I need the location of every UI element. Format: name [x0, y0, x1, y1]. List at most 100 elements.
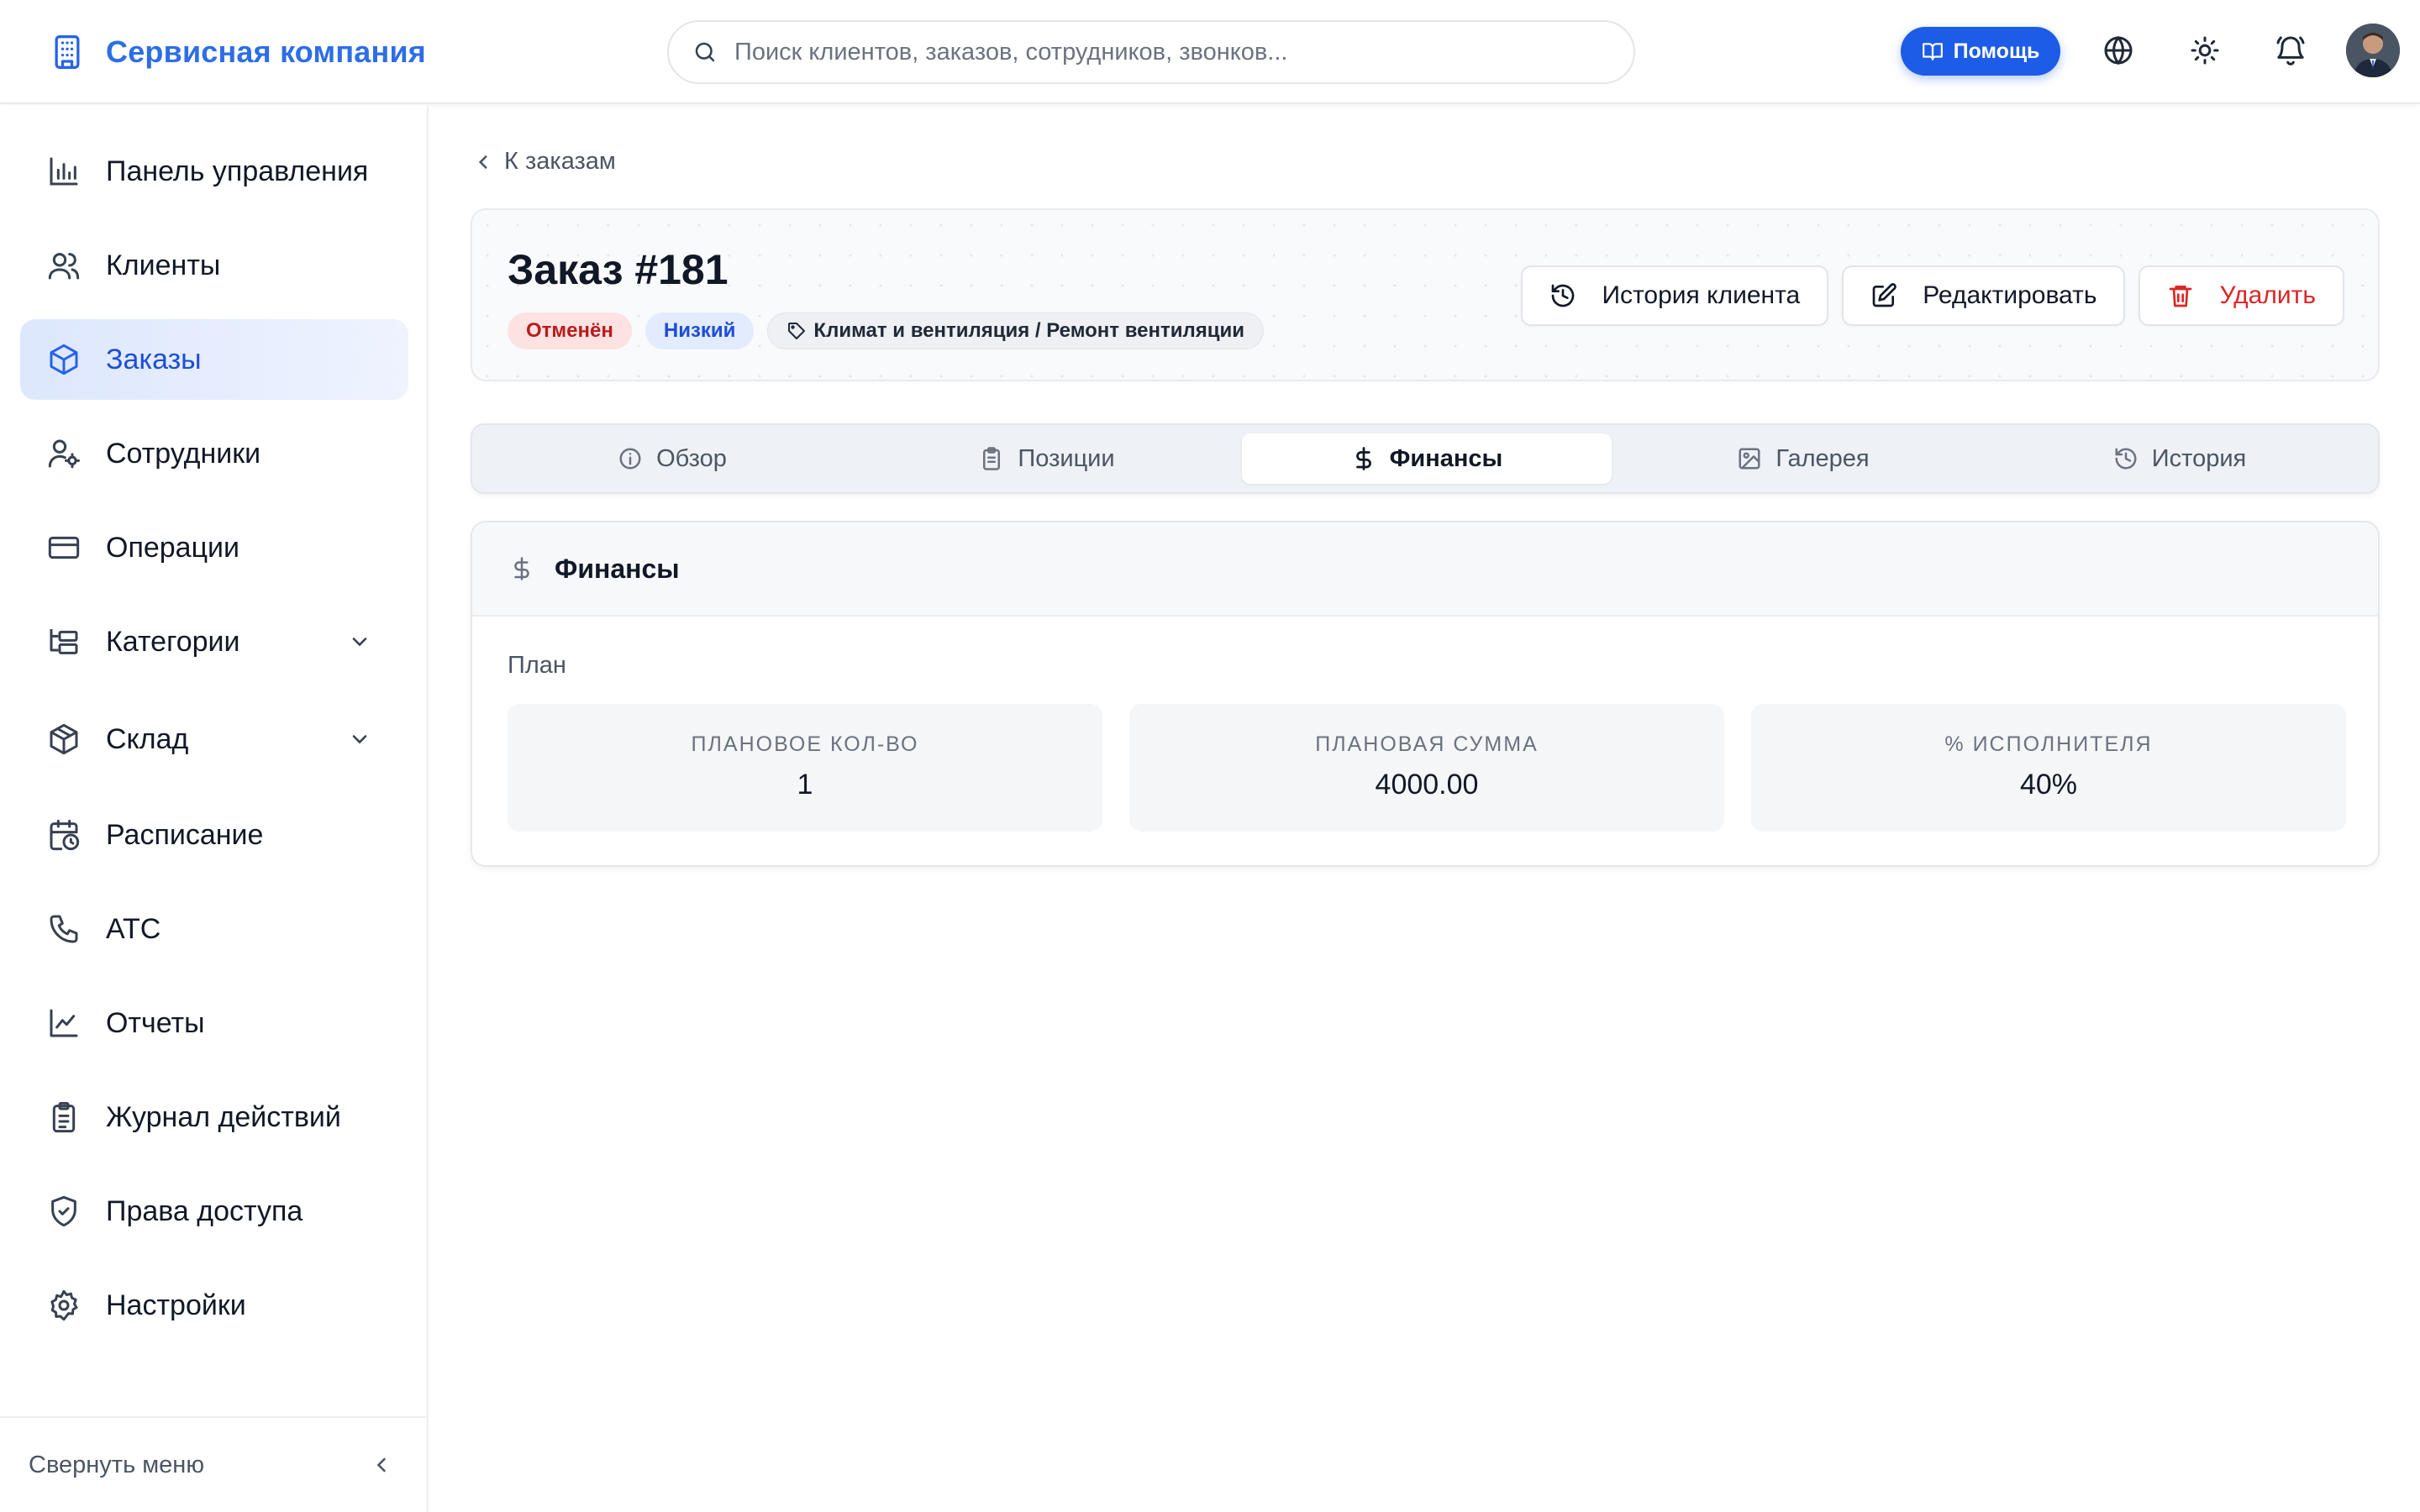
client-history-label: История клиента — [1602, 281, 1801, 309]
chevron-left-icon — [478, 155, 487, 169]
clipboard-list-icon — [52, 1101, 76, 1133]
tab-finance[interactable]: Финансы — [1242, 433, 1612, 484]
sidebar-item-warehouse[interactable]: Склад — [20, 699, 408, 780]
sidebar-item-label: Расписание — [106, 818, 264, 851]
brand[interactable]: Сервисная компания — [49, 30, 426, 74]
bar-chart-icon — [50, 157, 78, 186]
sidebar-item-permissions[interactable]: Права доступа — [20, 1171, 408, 1252]
performer-percent-stat: % ИСПОЛНИТЕЛЯ 40% — [1751, 704, 2346, 832]
image-icon — [1739, 448, 1760, 470]
sidebar-item-settings[interactable]: Настройки — [20, 1265, 408, 1346]
tab-label: Позиции — [1018, 444, 1115, 472]
sidebar-item-label: Заказы — [106, 343, 202, 375]
sidebar-item-label: Права доступа — [106, 1194, 303, 1227]
sidebar-item-orders[interactable]: Заказы — [20, 319, 408, 400]
dollar-icon — [514, 557, 529, 580]
globe-icon[interactable] — [2102, 34, 2135, 67]
sidebar-item-label: Панель управления — [106, 155, 369, 187]
sidebar-item-label: АТС — [106, 912, 161, 945]
sidebar-item-label: Операции — [106, 531, 240, 564]
sidebar-item-operations[interactable]: Операции — [20, 507, 408, 588]
trash-icon — [2170, 286, 2192, 307]
client-history-button[interactable]: История клиента — [1521, 265, 1829, 326]
delete-label: Удалить — [2219, 281, 2316, 309]
order-badges: Отменён Низкий Климат и вентиляция / Рем… — [508, 312, 1265, 349]
edit-button[interactable]: Редактировать — [1842, 265, 2126, 326]
sidebar-item-employees[interactable]: Сотрудники — [20, 413, 408, 494]
search-icon — [695, 42, 715, 62]
finance-card: Финансы План ПЛАНОВОЕ КОЛ-ВО 1 ПЛАНОВАЯ … — [471, 521, 2380, 867]
tab-label: Галерея — [1776, 444, 1870, 472]
finance-card-title: Финансы — [555, 553, 680, 584]
help-button[interactable]: Помощь — [1901, 27, 2060, 76]
sidebar-item-pbx[interactable]: АТС — [20, 889, 408, 969]
sidebar-item-label: Журнал действий — [106, 1100, 341, 1133]
sidebar-item-label: Клиенты — [106, 249, 221, 281]
sun-icon[interactable] — [2188, 34, 2222, 67]
package-icon — [50, 723, 78, 755]
info-icon — [619, 448, 641, 470]
delete-button[interactable]: Удалить — [2139, 265, 2344, 326]
box-icon — [50, 344, 78, 375]
collapse-menu-button[interactable]: Свернуть меню — [0, 1416, 427, 1512]
sidebar-item-label: Отчеты — [106, 1006, 205, 1039]
settings-icon — [50, 1289, 78, 1321]
finance-card-header: Финансы — [472, 522, 2378, 617]
search-input[interactable] — [734, 38, 1575, 66]
history-icon — [2115, 448, 2137, 470]
tab-items[interactable]: Позиции — [862, 433, 1232, 484]
tab-label: История — [2151, 444, 2247, 472]
stat-value: 4000.00 — [1375, 769, 1479, 801]
users-icon — [48, 253, 80, 280]
sidebar-item-reports[interactable]: Отчеты — [20, 983, 408, 1063]
edit-icon — [1872, 283, 1897, 307]
tab-history[interactable]: История — [1995, 433, 2365, 484]
tab-label: Финансы — [1389, 444, 1503, 472]
tab-overview[interactable]: Обзор — [487, 433, 857, 484]
clipboard-icon — [983, 447, 1001, 470]
category-label: Климат и вентиляция / Ремонт вентиляции — [813, 319, 1245, 342]
calendar-clock-icon — [50, 819, 80, 851]
sidebar-item-dashboard[interactable]: Панель управления — [20, 131, 408, 212]
history-icon — [1552, 284, 1575, 307]
chevron-left-icon — [376, 1457, 386, 1473]
stat-value: 1 — [797, 769, 813, 801]
collapse-menu-label: Свернуть меню — [29, 1451, 205, 1478]
dollar-icon — [1355, 447, 1371, 470]
chevron-down-icon[interactable] — [348, 727, 371, 751]
stat-label: % ИСПОЛНИТЕЛЯ — [1944, 732, 2153, 756]
stat-label: ПЛАНОВОЕ КОЛ-ВО — [691, 732, 919, 756]
sidebar-item-label: Склад — [106, 722, 189, 755]
planned-quantity-stat: ПЛАНОВОЕ КОЛ-ВО 1 — [508, 704, 1102, 832]
shield-check-icon — [51, 1195, 76, 1227]
phone-icon — [50, 915, 78, 943]
credit-card-icon — [48, 536, 80, 559]
status-badge: Отменён — [508, 312, 632, 349]
user-cog-icon — [48, 439, 80, 469]
sidebar-item-schedule[interactable]: Расписание — [20, 795, 408, 875]
brand-name: Сервисная компания — [106, 34, 427, 69]
page-title: Заказ #181 — [508, 246, 729, 293]
order-actions: История клиента Редактировать Удалить — [1521, 265, 2344, 326]
book-open-icon — [1922, 43, 1943, 60]
tab-label: Обзор — [656, 444, 727, 472]
tab-gallery[interactable]: Галерея — [1618, 433, 1988, 484]
sidebar-item-categories[interactable]: Категории — [20, 601, 408, 682]
avatar[interactable] — [2346, 24, 2400, 77]
category-badge: Климат и вентиляция / Ремонт вентиляции — [767, 312, 1265, 349]
help-label: Помощь — [1953, 39, 2040, 63]
bell-icon[interactable] — [2274, 34, 2307, 67]
stat-value: 40% — [2019, 769, 2078, 801]
tag-icon — [788, 323, 806, 339]
back-to-orders-link[interactable]: К заказам — [472, 148, 616, 176]
stat-label: ПЛАНОВАЯ СУММА — [1315, 732, 1539, 756]
chevron-down-icon[interactable] — [348, 630, 371, 654]
sidebar-item-audit-log[interactable]: Журнал действий — [20, 1077, 408, 1158]
line-chart-icon — [50, 1009, 78, 1037]
sidebar-item-label: Сотрудники — [106, 437, 261, 470]
sidebar-item-clients[interactable]: Клиенты — [20, 225, 408, 306]
folder-tree-icon — [50, 629, 78, 654]
sidebar-item-label: Настройки — [106, 1289, 246, 1321]
search-bar[interactable] — [667, 20, 1635, 84]
top-header: Сервисная компания Помощь — [0, 0, 2420, 104]
